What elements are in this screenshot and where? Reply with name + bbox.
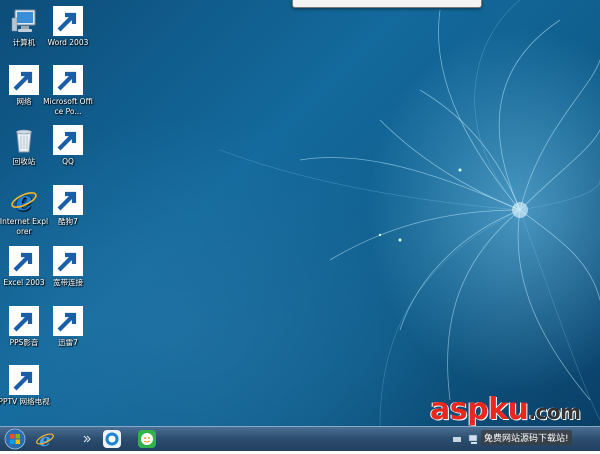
kugou-icon: K <box>53 185 83 215</box>
desktop-icon-word[interactable]: W Word 2003 <box>42 6 94 48</box>
desktop-icon-label: Microsoft Office Po... <box>43 97 93 116</box>
desktop-icon-label: 酷狗7 <box>58 217 78 226</box>
desktop-icon-label: 迅雷7 <box>58 338 78 347</box>
excel-icon: X <box>9 246 39 276</box>
pptv-icon <box>9 365 39 395</box>
pptv-icon <box>103 430 121 448</box>
qq-penguin-icon <box>53 125 83 155</box>
taskbar-show-more[interactable] <box>82 429 92 449</box>
shortcut-arrow-icon <box>53 246 83 276</box>
watermark-tagline: 免费网站源码下载站! <box>481 430 572 445</box>
shortcut-arrow-icon <box>53 306 83 336</box>
start-button[interactable] <box>4 428 26 450</box>
desktop-icon-label: Word 2003 <box>47 38 89 47</box>
desktop-icon-broadband[interactable]: 宽带连接 <box>42 246 94 288</box>
shortcut-arrow-icon <box>53 65 83 95</box>
desktop-icon-xunlei[interactable]: 迅雷7 <box>42 306 94 348</box>
desktop-icon-label: 宽带连接 <box>53 278 83 287</box>
partial-window[interactable] <box>292 0 482 8</box>
shortcut-arrow-icon <box>9 246 39 276</box>
powerpoint-icon <box>53 65 83 95</box>
desktop-icon-qq[interactable]: QQ <box>42 125 94 167</box>
taskbar-pptv[interactable] <box>101 429 123 449</box>
desktop-icon-label: QQ <box>62 157 74 166</box>
broadband-connection-icon <box>53 246 83 276</box>
network-tray-icon[interactable] <box>468 433 480 445</box>
desktop-icon-kugou[interactable]: K 酷狗7 <box>42 185 94 227</box>
chevron-right-icon <box>83 435 91 443</box>
taskbar-internet-explorer[interactable]: e <box>34 429 56 451</box>
taskbar-pps[interactable] <box>136 429 158 449</box>
desktop-icon-powerpoint[interactable]: Microsoft Office Po... <box>42 65 94 117</box>
shortcut-arrow-icon <box>9 306 39 336</box>
internet-explorer-icon: e <box>36 430 54 451</box>
desktop-icon-pptv[interactable]: PPTV 网络电视 <box>0 365 50 407</box>
recycle-bin-icon <box>9 125 39 155</box>
tray-icon-1[interactable] <box>452 434 462 444</box>
svg-text:e: e <box>39 430 50 449</box>
pps-icon <box>138 430 156 448</box>
watermark-domain-suffix: .com <box>528 400 581 424</box>
shortcut-arrow-icon <box>53 125 83 155</box>
shortcut-arrow-icon <box>9 65 39 95</box>
svg-text:e: e <box>16 187 33 215</box>
xunlei-icon <box>53 306 83 336</box>
word-icon: W <box>53 6 83 36</box>
network-icon <box>9 65 39 95</box>
watermark: aspku.com <box>430 392 600 426</box>
computer-icon <box>9 6 39 36</box>
shortcut-arrow-icon <box>53 185 83 215</box>
shortcut-arrow-icon <box>9 365 39 395</box>
pps-icon <box>9 306 39 336</box>
watermark-brand-text: aspku <box>430 392 529 426</box>
windows-orb-icon <box>4 428 26 450</box>
desktop[interactable]: 计算机 网络 回收站 e Internet Explorer X Excel 2… <box>0 0 600 426</box>
desktop-icon-label: PPTV 网络电视 <box>0 397 50 406</box>
shortcut-arrow-icon <box>53 6 83 36</box>
watermark-brand: aspku.com <box>430 392 581 426</box>
internet-explorer-icon: e <box>9 185 39 215</box>
